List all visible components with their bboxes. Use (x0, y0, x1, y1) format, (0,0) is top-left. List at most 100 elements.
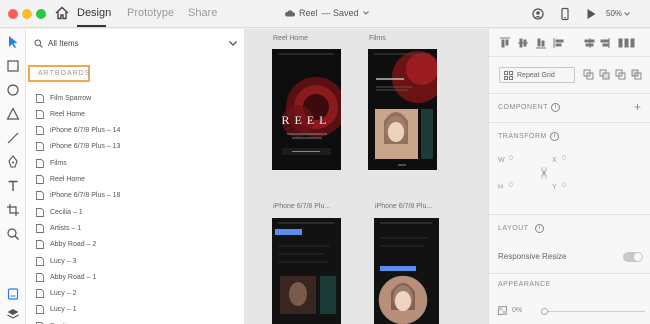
layer-item-label: Reel Home (50, 110, 86, 118)
repeat-grid-button[interactable]: Repeat Grid (499, 67, 575, 83)
zoom-chevron-icon[interactable] (624, 12, 630, 16)
ellipse-tool-icon[interactable] (6, 83, 20, 97)
minimize-window-button[interactable] (22, 9, 32, 19)
artboard-label[interactable]: iPhone 6/7/8 Plu... (273, 203, 330, 210)
document-title[interactable]: Reel — Saved (284, 8, 369, 18)
artboard-layer-icon (36, 207, 44, 217)
opacity-slider-track[interactable] (545, 311, 645, 312)
layer-item-label: Lucy – 2 (50, 290, 77, 298)
layers-filter[interactable]: All Items (26, 29, 245, 57)
layer-item[interactable]: Artists – 1 (36, 221, 236, 235)
active-tab-indicator (77, 25, 106, 27)
layer-item[interactable]: Lucy – 2 (36, 287, 236, 301)
alignment-toolbar[interactable] (499, 37, 639, 49)
layer-item[interactable]: Destiny (36, 319, 236, 324)
layer-item[interactable]: Films (36, 156, 236, 170)
artboard-layer-icon (36, 93, 44, 103)
layer-item[interactable]: Lucy – 3 (36, 254, 236, 268)
info-icon[interactable]: i (551, 103, 560, 112)
layer-item-label: Reel Home (50, 176, 86, 183)
layers-panel-icon[interactable] (6, 307, 20, 321)
appearance-section-title: APPEARANCE (498, 281, 551, 288)
artboard-layer-icon (36, 256, 44, 266)
zoom-tool-icon[interactable] (6, 227, 20, 241)
layer-item[interactable]: iPhone 6/7/8 Plus – 18 (36, 189, 236, 203)
info-icon[interactable]: i (550, 132, 559, 141)
polygon-tool-icon[interactable] (6, 107, 20, 121)
maximize-window-button[interactable] (36, 9, 46, 19)
select-tool-icon[interactable] (6, 35, 20, 49)
tab-share[interactable]: Share (188, 7, 217, 19)
component-section-title: COMPONENT (498, 104, 548, 111)
artboard-label[interactable]: Reel Home (273, 35, 308, 42)
artboards-section-header[interactable]: ARTBOARDS (28, 65, 90, 82)
divider (489, 273, 650, 274)
xd-window: Design Prototype Share Reel — Saved 50% (0, 0, 650, 324)
y-field[interactable]: 0 (562, 182, 566, 189)
artboard-label[interactable]: Films (369, 35, 386, 42)
responsive-resize-toggle[interactable] (623, 252, 643, 262)
opacity-value[interactable]: 0% (512, 307, 522, 314)
artboard-iphone-1[interactable] (272, 218, 341, 324)
artboard-tool-icon[interactable] (6, 203, 20, 217)
text-tool-icon[interactable] (6, 179, 20, 193)
search-icon (34, 39, 43, 48)
artboard-layer-icon (36, 289, 44, 299)
artboard-iphone-2[interactable] (374, 218, 439, 324)
zoom-level[interactable]: 50% (606, 9, 622, 18)
line-tool-icon[interactable] (6, 131, 20, 145)
tab-design[interactable]: Design (77, 7, 111, 19)
height-label: H (498, 184, 504, 191)
width-field[interactable]: 0 (509, 155, 513, 162)
layer-item[interactable]: Cecilia – 1 (36, 205, 236, 219)
layer-item[interactable]: iPhone 6/7/8 Plus – 14 (36, 124, 236, 138)
layer-item[interactable]: Reel Home (36, 173, 236, 187)
play-preview-icon[interactable] (584, 7, 598, 21)
close-window-button[interactable] (8, 9, 18, 19)
info-icon[interactable]: i (535, 224, 544, 233)
artboard-layer-icon (36, 175, 44, 184)
divider (489, 122, 650, 123)
boolean-ops-toolbar[interactable] (583, 69, 643, 81)
add-component-icon[interactable]: + (634, 100, 641, 114)
artboard-layer-icon (36, 240, 44, 250)
layer-item[interactable]: iPhone 6/7/8 Plus – 13 (36, 140, 236, 154)
layers-panel: All Items ARTBOARDS Film Sparrow Reel Hom… (26, 29, 245, 324)
layer-item[interactable]: Film Sparrow (36, 91, 236, 105)
cloud-icon (284, 10, 295, 17)
layer-item[interactable]: Reel Home (36, 107, 236, 121)
layer-item-label: Artists – 1 (50, 224, 82, 232)
artboard-films[interactable] (368, 49, 437, 170)
home-icon[interactable] (55, 6, 69, 20)
reel-heading: REEL (281, 113, 332, 127)
layer-item[interactable]: Abby Road – 1 (36, 270, 236, 284)
lock-aspect-icon[interactable] (541, 167, 547, 179)
repeat-grid-label: Repeat Grid (517, 71, 555, 79)
artboard-layer-icon (36, 126, 44, 136)
transform-section-title: TRANSFORM (498, 133, 547, 140)
design-canvas[interactable]: Reel Home REEL Films iPhone 6/7/8 Plu...… (245, 29, 488, 324)
device-preview-icon[interactable] (558, 7, 572, 21)
layer-item[interactable]: Lucy – 1 (36, 303, 236, 317)
pen-tool-icon[interactable] (6, 155, 20, 169)
layer-item-label: Abby Road – 1 (50, 273, 97, 281)
rectangle-tool-icon[interactable] (6, 59, 20, 73)
tab-prototype[interactable]: Prototype (127, 7, 174, 19)
artboard-reel-home[interactable]: REEL (272, 49, 341, 170)
layout-section-title: LAYOUT (498, 225, 529, 232)
divider (489, 214, 650, 215)
layer-item-label: iPhone 6/7/8 Plus – 13 (50, 143, 121, 151)
layer-item-label: Film Sparrow (50, 94, 92, 102)
artboard-iphone-1-preview (272, 218, 341, 324)
assets-panel-icon[interactable] (6, 287, 20, 301)
artboard-label[interactable]: iPhone 6/7/8 Plu... (375, 203, 432, 210)
layer-item[interactable]: Abby Road – 2 (36, 238, 236, 252)
artboard-layer-icon (36, 109, 44, 119)
x-field[interactable]: 0 (562, 155, 566, 162)
opacity-slider-thumb[interactable] (541, 308, 548, 315)
height-field[interactable]: 0 (509, 182, 513, 189)
artboard-iphone-2-preview (374, 218, 439, 324)
artboard-layer-icon (36, 305, 44, 315)
user-account-icon[interactable] (531, 7, 545, 21)
section-label: ARTBOARDS (38, 70, 91, 77)
